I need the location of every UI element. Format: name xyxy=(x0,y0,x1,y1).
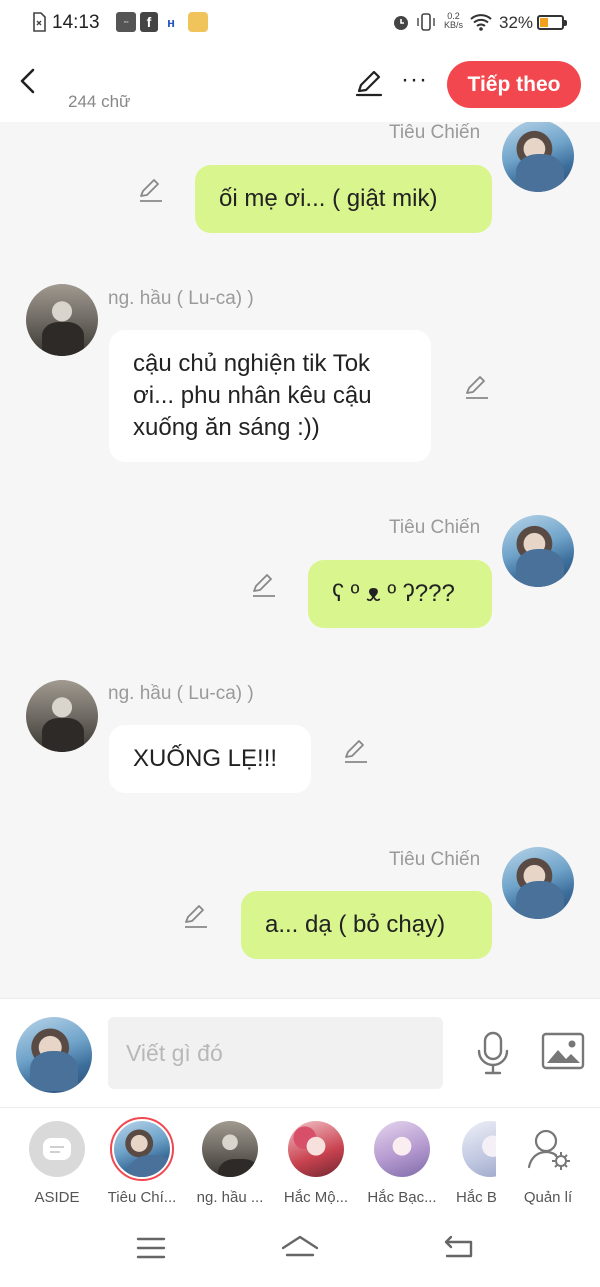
composer-bar xyxy=(0,998,600,1108)
avatar[interactable] xyxy=(502,847,574,919)
message-bubble[interactable]: a... dạ ( bỏ chạy) xyxy=(241,891,492,959)
manage-characters[interactable]: Quản lí xyxy=(509,1121,587,1206)
character-ng-hau[interactable]: ng. hầu ... xyxy=(191,1121,269,1206)
system-nav-bar xyxy=(0,1209,600,1287)
message-bubble[interactable]: ʕ º ᴥ º ʔ??? xyxy=(308,560,492,628)
wifi-icon xyxy=(470,14,492,31)
avatar xyxy=(110,1117,174,1181)
back-nav-icon[interactable] xyxy=(438,1231,478,1265)
home-icon[interactable] xyxy=(280,1231,320,1265)
facebook-icon: f xyxy=(140,12,158,32)
character-label: Hắc Bạc... xyxy=(367,1189,437,1206)
character-label: Quản lí xyxy=(523,1189,573,1206)
edit-pencil-icon[interactable] xyxy=(354,68,384,98)
sender-name: Tiêu Chiến xyxy=(389,517,481,538)
aside-chat-icon xyxy=(29,1121,85,1177)
message-bubble[interactable]: cậu chủ nghiện tik Tok ơi... phu nhân kê… xyxy=(109,330,431,462)
message-bubble[interactable]: XUỐNG LẸ!!! xyxy=(109,725,311,793)
edit-message-icon[interactable] xyxy=(342,738,370,766)
message-bubble[interactable]: ối mẹ ơi... ( giật mik) xyxy=(195,165,492,233)
image-icon[interactable] xyxy=(541,1031,585,1071)
status-bar: 14:13 ◦◦ f ʜ 0.2 KB/s 32% xyxy=(0,0,600,48)
character-label: Hắc Mộ... xyxy=(283,1189,349,1206)
edit-message-icon[interactable] xyxy=(463,374,491,402)
character-label: ASIDE xyxy=(34,1189,80,1206)
editor-header: 244 chữ ··· Tiếp theo xyxy=(0,48,600,122)
edit-message-icon[interactable] xyxy=(250,572,278,600)
chat-area[interactable]: Tiêu Chiến ối mẹ ơi... ( giật mik) ng. h… xyxy=(0,122,600,998)
character-label: Hắc B xyxy=(456,1189,496,1206)
sender-name: Tiêu Chiến xyxy=(389,849,481,870)
avatar xyxy=(462,1121,496,1177)
character-bar: ASIDE Tiêu Chí... ng. hầu ... Hắc Mộ... … xyxy=(0,1109,600,1209)
menu-icon[interactable] xyxy=(131,1231,171,1265)
app-icon: ʜ xyxy=(167,14,175,30)
vibrate-icon xyxy=(417,13,435,31)
more-options-icon[interactable]: ··· xyxy=(401,66,428,94)
avatar[interactable] xyxy=(502,122,574,192)
word-count: 244 chữ xyxy=(68,92,131,111)
notification-app-icon: ◦◦ xyxy=(116,12,136,32)
character-hac-bac[interactable]: Hắc Bạc... xyxy=(363,1121,441,1206)
next-button[interactable]: Tiếp theo xyxy=(447,61,581,108)
network-speed: 0.2 KB/s xyxy=(444,11,464,30)
character-tieu-chien[interactable]: Tiêu Chí... xyxy=(103,1117,181,1206)
avatar xyxy=(374,1121,430,1177)
avatar[interactable] xyxy=(26,680,98,752)
avatar[interactable] xyxy=(502,515,574,587)
avatar[interactable] xyxy=(26,284,98,356)
alarm-icon xyxy=(394,16,408,30)
character-label: Tiêu Chí... xyxy=(107,1189,177,1206)
avatar xyxy=(288,1121,344,1177)
sender-name: Tiêu Chiến xyxy=(389,122,481,143)
sender-name: ng. hầu ( Lu-ca) ) xyxy=(108,683,254,704)
character-hac-mo[interactable]: Hắc Mộ... xyxy=(277,1121,355,1206)
back-arrow-icon[interactable] xyxy=(14,66,44,96)
character-hac-b[interactable]: Hắc B xyxy=(448,1121,496,1206)
current-character-avatar[interactable] xyxy=(16,1017,92,1093)
app-icon-2 xyxy=(188,12,208,32)
microphone-icon[interactable] xyxy=(473,1031,513,1075)
battery-percent: 32% xyxy=(499,13,534,32)
message-input[interactable] xyxy=(108,1017,443,1089)
manage-user-icon xyxy=(520,1121,576,1177)
avatar xyxy=(202,1121,258,1177)
edit-message-icon[interactable] xyxy=(137,177,165,205)
character-aside[interactable]: ASIDE xyxy=(18,1121,96,1206)
status-time: 14:13 xyxy=(52,12,100,33)
sim-icon xyxy=(33,12,46,32)
sender-name: ng. hầu ( Lu-ca) ) xyxy=(108,288,254,309)
character-label: ng. hầu ... xyxy=(196,1189,264,1206)
edit-message-icon[interactable] xyxy=(182,903,210,931)
battery-icon xyxy=(537,15,567,30)
